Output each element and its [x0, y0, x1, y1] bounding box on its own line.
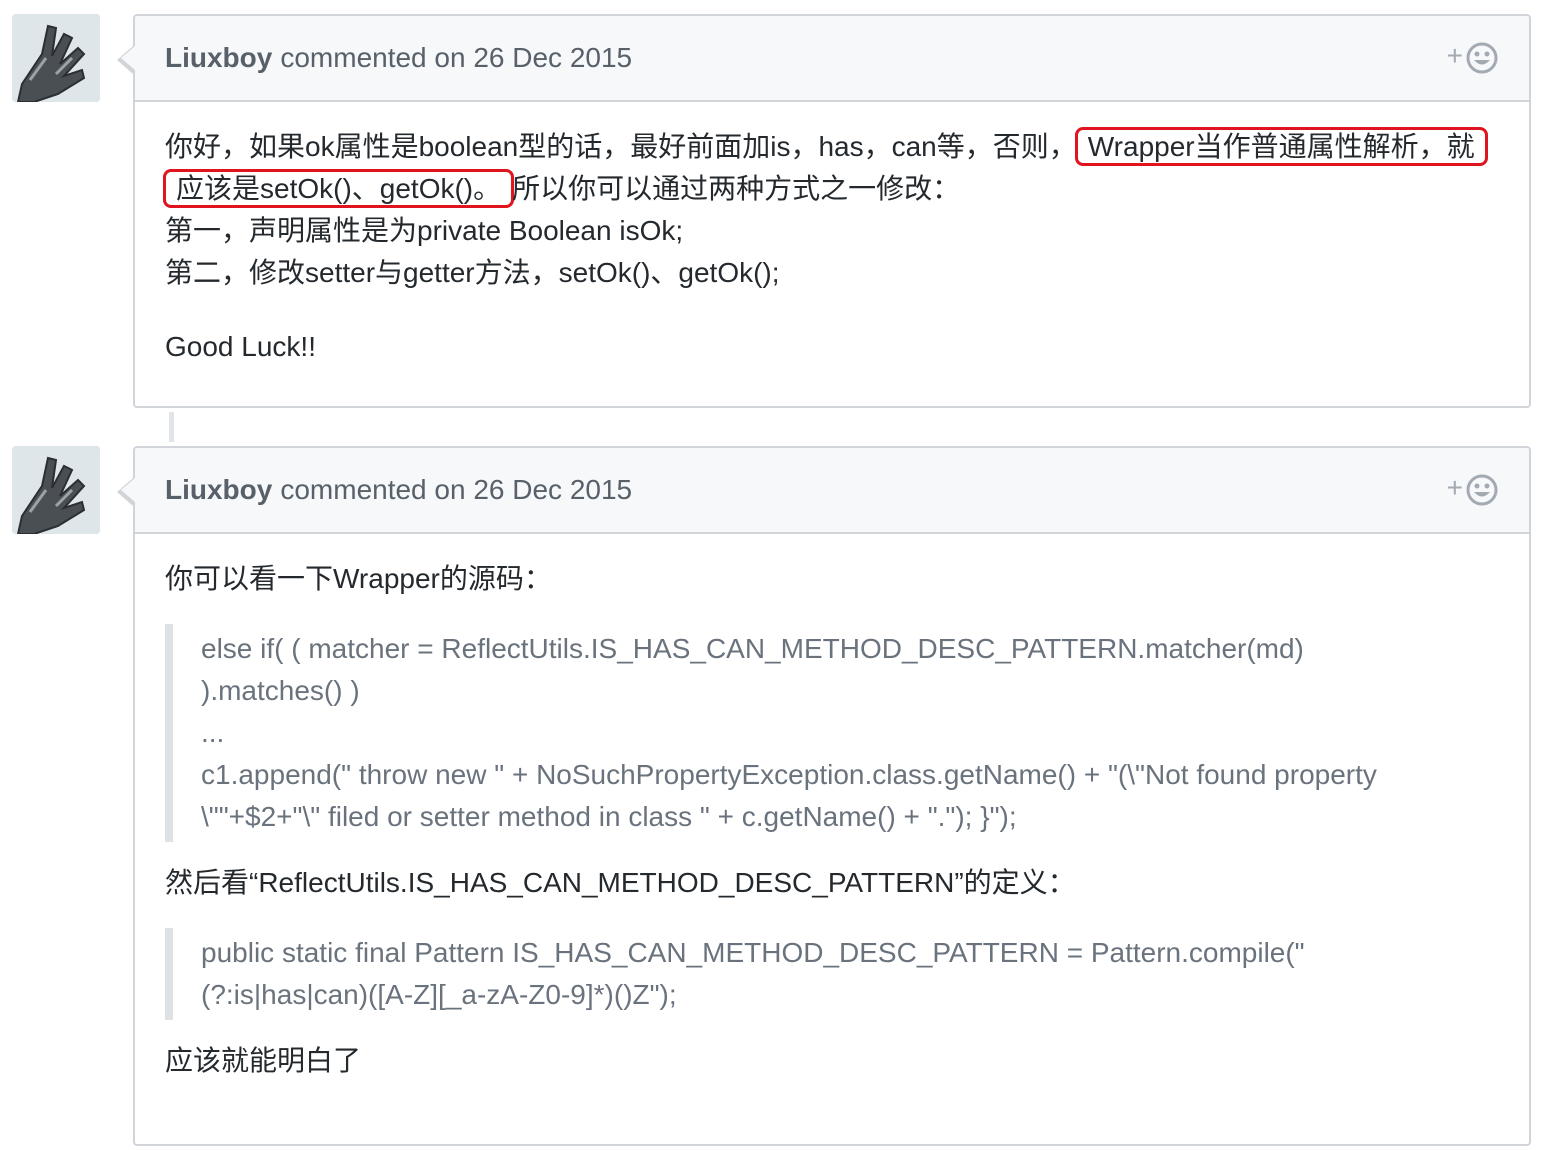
intro-text: 你可以看一下Wrapper的源码： — [165, 563, 552, 594]
smiley-icon — [1466, 42, 1498, 74]
comment-header: Liuxboy commented on 26 Dec 2015 + — [135, 448, 1529, 534]
author-link[interactable]: Liuxboy — [165, 42, 272, 73]
comment-header: Liuxboy commented on 26 Dec 2015 + — [135, 16, 1529, 102]
add-reaction-button[interactable]: + — [1447, 473, 1499, 507]
code-quote-2: public static final Pattern IS_HAS_CAN_M… — [165, 928, 1499, 1020]
middle-text: 然后看“ReflectUtils.IS_HAS_CAN_METHOD_DESC_… — [165, 867, 1076, 898]
closing-text: 应该就能明白了 — [165, 1045, 362, 1076]
text-line: 第一，声明属性是为private Boolean isOk; — [165, 215, 684, 246]
comment-header-text: Liuxboy commented on 26 Dec 2015 — [165, 474, 632, 506]
quote-line: public static final Pattern IS_HAS_CAN_M… — [201, 937, 1305, 968]
text-segment: 你好，如果ok属性是boolean型的话，最好前面加is，has，can等，否则… — [165, 131, 1077, 162]
robot-hand-avatar-image — [12, 14, 100, 102]
comment-paragraph: 你好，如果ok属性是boolean型的话，最好前面加is，has，can等，否则… — [163, 126, 1499, 294]
text-line: 第二，修改setter与getter方法，setOk()、getOk(); — [165, 257, 780, 288]
comment-body: 你好，如果ok属性是boolean型的话，最好前面加is，has，can等，否则… — [135, 102, 1529, 398]
quote-line: c1.append(" throw new " + NoSuchProperty… — [201, 759, 1377, 790]
robot-hand-avatar-image — [12, 446, 100, 534]
commenter-avatar[interactable] — [12, 446, 100, 534]
author-link[interactable]: Liuxboy — [165, 474, 272, 505]
closing-text: Good Luck!! — [165, 331, 316, 362]
add-reaction-button[interactable]: + — [1447, 41, 1499, 75]
highlighted-text-1: Wrapper当作普通属性解析，就 — [1074, 127, 1488, 166]
quote-line: ... — [201, 717, 225, 748]
commenter-avatar[interactable] — [12, 14, 100, 102]
comment-card-2: Liuxboy commented on 26 Dec 2015 + 你可以看一下… — [117, 446, 1531, 1146]
quote-line: else if( ( matcher = ReflectUtils.IS_HAS… — [201, 633, 1304, 664]
plus-icon: + — [1446, 472, 1463, 503]
quote-line: ).matches() ) — [201, 675, 360, 706]
comment-body: 你可以看一下Wrapper的源码： else if( ( matcher = R… — [135, 534, 1529, 1112]
highlighted-text-2: 应该是setOk()、getOk()。 — [163, 169, 515, 208]
comment-header-text: Liuxboy commented on 26 Dec 2015 — [165, 42, 632, 74]
timeline-connector — [169, 412, 174, 442]
comment-timestamp[interactable]: commented on 26 Dec 2015 — [280, 474, 632, 505]
code-quote-1: else if( ( matcher = ReflectUtils.IS_HAS… — [165, 624, 1499, 842]
plus-icon: + — [1446, 40, 1463, 71]
comment-timestamp[interactable]: commented on 26 Dec 2015 — [280, 42, 632, 73]
quote-line: (?:is|has|can)([A-Z][_a-zA-Z0-9]*)()Z"); — [201, 979, 677, 1010]
smiley-icon — [1466, 474, 1498, 506]
quote-line: \""+$2+"\" filed or setter method in cla… — [201, 801, 1017, 832]
text-segment: 所以你可以通过两种方式之一修改： — [512, 173, 961, 204]
comment-card-1: Liuxboy commented on 26 Dec 2015 + 你好，如果o… — [117, 14, 1531, 408]
